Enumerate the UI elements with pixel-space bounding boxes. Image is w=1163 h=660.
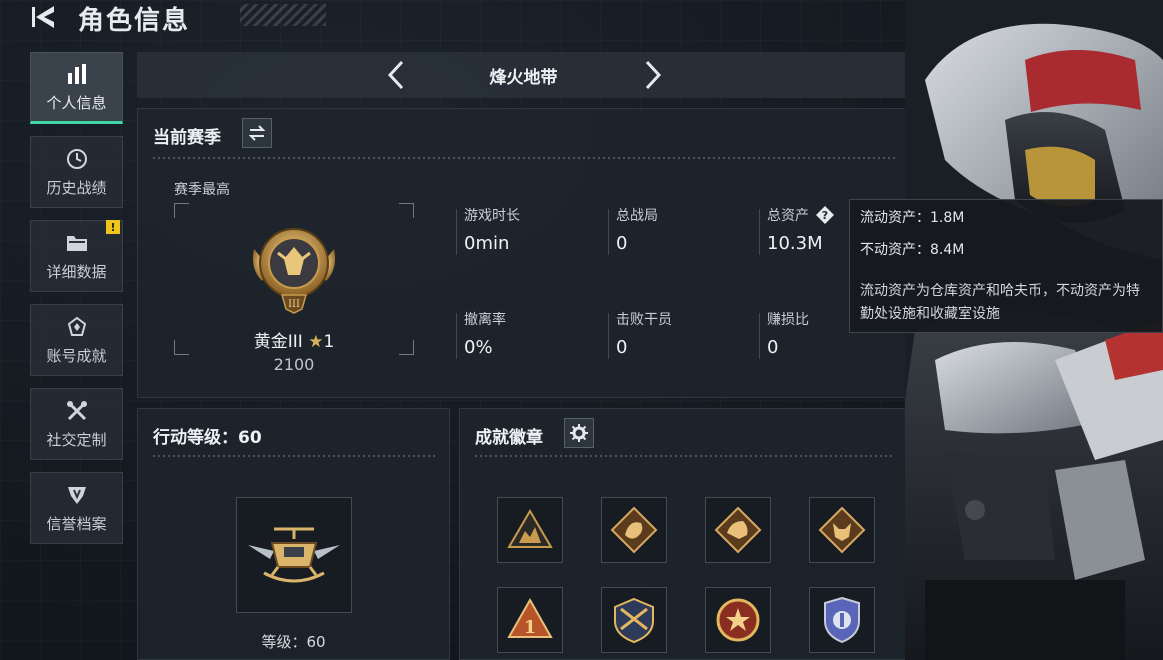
- achievement-badge[interactable]: [809, 497, 875, 563]
- frame-corner: [399, 203, 414, 218]
- sidebar-item-social[interactable]: 社交定制: [30, 388, 123, 460]
- frame-corner: [174, 203, 189, 218]
- achievement-badge[interactable]: [705, 497, 771, 563]
- alert-badge: !: [106, 220, 120, 234]
- achievement-badge[interactable]: 1: [497, 587, 563, 653]
- achievement-badge[interactable]: [809, 587, 875, 653]
- stat-label: 游戏时长: [464, 208, 520, 224]
- sidebar: 个人信息 历史战绩 ! 详细数据 账号成就 社交定制 信誉档案: [30, 52, 125, 556]
- svg-text:1: 1: [524, 617, 537, 638]
- gold-rank-emblem-icon: III: [253, 228, 335, 314]
- rank-name-row: 黄金III ★1: [174, 327, 414, 352]
- season-title: 当前赛季: [153, 128, 221, 148]
- divider: [475, 455, 895, 457]
- bar-chart-icon: [65, 62, 89, 86]
- assets-tooltip: 流动资产：1.8M 不动资产：8.4M 流动资产为仓库资产和哈夫币，不动资产为特…: [849, 199, 1163, 333]
- stat-value: 0: [616, 337, 628, 358]
- police-badge-icon: [824, 596, 860, 644]
- credit-icon: [65, 483, 89, 507]
- helicopter-emblem-icon: [248, 527, 340, 583]
- stat-total-matches: 总战局 0: [608, 205, 756, 259]
- stat-operators-defeated: 击败干员 0: [608, 309, 756, 363]
- achievement-badge[interactable]: [497, 497, 563, 563]
- level-title: 行动等级：60: [153, 428, 262, 448]
- back-arrow-icon[interactable]: [30, 4, 60, 30]
- switch-season-button[interactable]: [242, 118, 272, 148]
- sidebar-item-detailed-data[interactable]: ! 详细数据: [30, 220, 123, 292]
- stat-label: 总战局: [616, 208, 658, 224]
- header: 角色信息: [0, 0, 330, 36]
- header-decoration: [240, 4, 326, 26]
- star-icon: ★: [308, 332, 324, 352]
- tooltip-liquid-assets: 流动资产：1.8M: [860, 210, 965, 226]
- season-panel: 当前赛季 赛季最高 III 黄金III ★1 2100 游戏时长 0min 总战…: [137, 108, 910, 398]
- rank-score: 2100: [273, 355, 315, 374]
- rank-stars: 1: [323, 332, 335, 352]
- sidebar-item-label: 社交定制: [46, 430, 107, 449]
- stat-value: 0: [616, 233, 628, 254]
- achievement-badge[interactable]: [705, 587, 771, 653]
- stat-play-time: 游戏时长 0min: [456, 205, 604, 259]
- tooltip-description: 流动资产为仓库资产和哈夫币，不动资产为特勤处设施和收藏室设施: [860, 283, 1140, 322]
- level-label: 等级：60: [261, 633, 326, 651]
- mode-title: 烽火地带: [489, 68, 558, 88]
- mode-selector: 烽火地带: [137, 52, 910, 98]
- chevron-right-icon[interactable]: [637, 58, 667, 92]
- page-title: 角色信息: [78, 6, 191, 36]
- swap-icon: [248, 125, 266, 141]
- stat-value: 0min: [464, 233, 510, 254]
- rank-one-badge-icon: 1: [507, 597, 553, 638]
- sidebar-item-label: 个人信息: [46, 93, 107, 112]
- achievements-panel: 成就徽章 1: [459, 408, 910, 660]
- sidebar-item-history[interactable]: 历史战绩: [30, 136, 123, 208]
- dragon-badge-icon: [610, 506, 658, 554]
- level-emblem: [236, 497, 352, 613]
- svg-text:?: ?: [822, 209, 828, 222]
- divider: [153, 157, 898, 159]
- stat-value: 0: [767, 337, 779, 358]
- tooltip-fixed-assets: 不动资产：8.4M: [860, 242, 965, 258]
- stat-label: 撤离率: [464, 312, 506, 328]
- stat-extract-rate: 撤离率 0%: [456, 309, 604, 363]
- sidebar-item-label: 账号成就: [46, 346, 107, 365]
- question-icon[interactable]: ?: [815, 205, 835, 225]
- achievements-title: 成就徽章: [475, 428, 543, 448]
- achievement-badge[interactable]: [601, 587, 667, 653]
- achievement-icon: [65, 315, 89, 339]
- sidebar-item-personal-info[interactable]: 个人信息: [30, 52, 123, 124]
- rank-name: 黄金III: [253, 332, 303, 352]
- gear-icon: [570, 424, 588, 442]
- sidebar-item-achievements[interactable]: 账号成就: [30, 304, 123, 376]
- star-wreath-badge-icon: [716, 598, 760, 642]
- divider: [153, 455, 435, 457]
- season-best-label: 赛季最高: [174, 182, 230, 198]
- tools-icon: [65, 399, 89, 423]
- svg-text:III: III: [288, 299, 300, 310]
- sidebar-item-label: 历史战绩: [46, 178, 107, 197]
- rank-frame: III 黄金III ★1: [174, 203, 414, 355]
- wolf-badge-icon: [818, 506, 866, 554]
- sidebar-item-credit[interactable]: 信誉档案: [30, 472, 123, 544]
- stat-label: 击败干员: [616, 312, 672, 328]
- stat-label: 总资产: [767, 208, 809, 224]
- stat-value: 0%: [464, 337, 493, 358]
- tri-squad-badge-icon: [507, 509, 553, 548]
- clock-icon: [65, 147, 89, 171]
- level-panel: 行动等级：60 等级：60: [137, 408, 450, 660]
- sidebar-item-label: 信誉档案: [46, 514, 107, 533]
- badge-settings-button[interactable]: [564, 418, 594, 448]
- beast-badge-icon: [714, 506, 762, 554]
- shield-rifle-badge-icon: [614, 597, 654, 644]
- folder-icon: [65, 231, 89, 255]
- sidebar-item-label: 详细数据: [46, 262, 107, 281]
- achievement-badge[interactable]: [601, 497, 667, 563]
